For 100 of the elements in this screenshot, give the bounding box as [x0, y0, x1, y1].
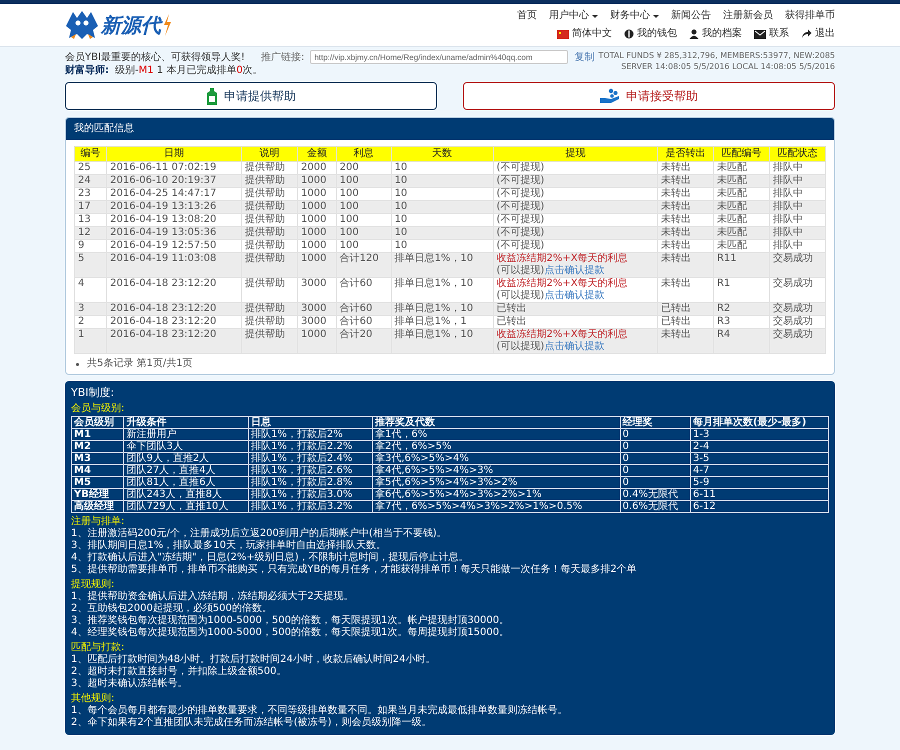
table-cell: M5	[72, 476, 124, 488]
column-header: 天数	[391, 146, 494, 162]
table-cell: 未转出	[658, 226, 714, 240]
stats-text: TOTAL FUNDS ¥ 285,312,796, MEMBERS:53977, NEW:2085	[598, 50, 835, 61]
table-cell: M3	[72, 452, 124, 464]
table-cell: 17	[74, 200, 107, 214]
table-cell: 0	[620, 428, 690, 440]
nav-link[interactable]: 用户中心	[549, 10, 598, 22]
link-field[interactable]: http://vip.xbjmy.cn/Home/Reg/index/uname/admin%40qq.com	[310, 50, 568, 64]
notice-text: 收益冻结期2%+X每天的利息	[496, 278, 629, 290]
table-cell: 提供帮助	[242, 200, 298, 214]
table-cell: 5	[74, 252, 107, 278]
table-cell: 3-5	[690, 452, 828, 464]
table-cell: 伞下团队3人	[124, 440, 249, 452]
table-cell: 提供帮助	[242, 174, 298, 188]
menu-link[interactable]: 我的钱包	[624, 28, 677, 40]
table-cell: 高级经理	[72, 500, 124, 512]
action-button[interactable]: 申请提供帮助	[65, 82, 437, 110]
status-text: (可以提现)	[496, 341, 544, 352]
table-cell: 排队中	[769, 200, 826, 214]
table-cell: YB经理	[72, 488, 124, 500]
table-cell: M1	[72, 428, 124, 440]
menu-link[interactable]: 退出	[801, 28, 835, 40]
table-cell: 排单日息1%，10	[391, 302, 494, 316]
table-cell: 1000	[298, 200, 336, 214]
table-cell: 排队1%，打款后2.4%	[248, 452, 373, 464]
nav-link[interactable]: 注册新会员	[723, 10, 773, 22]
table-cell: 0	[620, 440, 690, 452]
menu-link[interactable]: 联系	[754, 28, 789, 40]
confirm-link[interactable]: 点击确认提款	[544, 265, 604, 276]
pagination-text: 共5条记录 第1页/共1页	[87, 358, 193, 370]
table-cell: 合计120	[336, 252, 392, 278]
nav-link[interactable]: 新闻公告	[671, 10, 711, 22]
menu-link[interactable]: 简体中文	[557, 28, 612, 40]
section-heading: 提现规则:	[71, 578, 116, 590]
flag-icon	[557, 30, 569, 38]
rule-text: 2、伞下如果有2个直推团队未完成任务而冻结帐号(被冻号)，则会员级别降一级。	[71, 717, 433, 729]
table-cell: M4	[72, 464, 124, 476]
section-heading: 会员与级别:	[71, 402, 126, 415]
column-header: 是否转出	[658, 146, 714, 162]
confirm-link[interactable]: 点击确认提款	[544, 290, 604, 301]
section-heading: 注册与排单:	[71, 515, 126, 528]
table-cell: 排队1%，打款后2.8%	[248, 476, 373, 488]
rule-text: 3、推荐奖钱包每次提现范围为1000-5000，500的倍数，每天限提现1次。帐户提现封顶30000。	[71, 615, 510, 626]
table-cell: 2016-04-18 23:12:20	[106, 328, 242, 354]
table-cell: 10	[391, 200, 494, 214]
table-cell: 2016-04-19 13:05:36	[106, 226, 242, 240]
table-cell: 排队中	[769, 226, 826, 240]
table-cell: 排队1%，打款后2.2%	[248, 440, 373, 452]
status-text: (可以提现)	[496, 265, 544, 276]
table-cell: (不可提现)	[493, 226, 658, 240]
column-header: 金额	[298, 146, 336, 162]
slogan-text: 会员YBI最重要的核心、可获得领导人奖!	[65, 50, 245, 64]
table-cell: 6-12	[690, 500, 828, 512]
table-cell: 6-11	[690, 488, 828, 500]
copy-link[interactable]: 复制	[574, 50, 594, 64]
table-cell: 提供帮助	[242, 302, 298, 316]
table-cell: 已转出	[493, 302, 658, 316]
table-cell: M2	[72, 440, 124, 452]
rules-title: YBI制度:	[71, 385, 116, 400]
nav-link[interactable]: 获得排单币	[785, 10, 835, 22]
table-cell: 5-9	[690, 476, 828, 488]
column-header: 编号	[74, 146, 107, 162]
table-cell: 提供帮助	[242, 328, 298, 354]
table-cell: 未匹配	[713, 174, 770, 188]
table-cell: 2-4	[690, 440, 828, 452]
table-cell: R2	[713, 302, 770, 316]
confirm-link[interactable]: 点击确认提款	[544, 341, 604, 352]
table-cell: 0.6%无限代	[620, 500, 690, 512]
bullet-icon	[76, 362, 79, 366]
bottle-icon	[206, 88, 218, 104]
status-text: (可以提现)	[496, 290, 544, 301]
table-cell: 0.4%无限代	[620, 488, 690, 500]
panel-header: 我的匹配信息	[66, 118, 834, 140]
table-cell: 100	[336, 226, 392, 240]
table-cell: 排队1%，打款后2.6%	[248, 464, 373, 476]
table-cell: 拿6代,6%>5%>4%>3%>2%>1%	[372, 488, 620, 500]
nav-link[interactable]: 财务中心	[610, 10, 659, 22]
envelope-icon	[754, 30, 766, 38]
mascot-icon	[65, 10, 99, 40]
table-cell: 0	[620, 476, 690, 488]
table-cell: 10	[391, 174, 494, 188]
menu-link[interactable]: 我的档案	[689, 28, 742, 40]
table-cell: 合计60	[336, 302, 392, 316]
nav-link[interactable]: 首页	[517, 10, 537, 22]
mentor-text: 级别-M1 1 本月已完成排单0次。	[115, 64, 263, 77]
caret-icon	[592, 14, 598, 18]
table-cell: 100	[336, 174, 392, 188]
mentor-label: 财富导师:	[65, 64, 109, 77]
table-cell: 排单日息1%，10	[391, 328, 494, 354]
column-header: 提现	[493, 146, 658, 162]
table-cell: 拿7代，6%>5%>4%>3%>2%>1%>0.5%	[372, 500, 620, 512]
rule-text: 1、注册激活码200元/个，注册成功后立返200到用户的后期帐户中(相当于不要钱)。	[71, 528, 448, 540]
column-header: 每月排单次数(最少-最多)	[690, 416, 828, 428]
table-cell: 拿3代,6%>5%>4%	[372, 452, 620, 464]
action-button[interactable]: 申请接受帮助	[463, 82, 835, 110]
table-cell: 提供帮助	[242, 226, 298, 240]
table-cell: 1	[74, 328, 107, 354]
logo-text: 新源代	[101, 13, 161, 37]
rule-text: 1、提供帮助资金确认后进入冻结期，冻结期必须大于2天提现。	[71, 591, 355, 602]
